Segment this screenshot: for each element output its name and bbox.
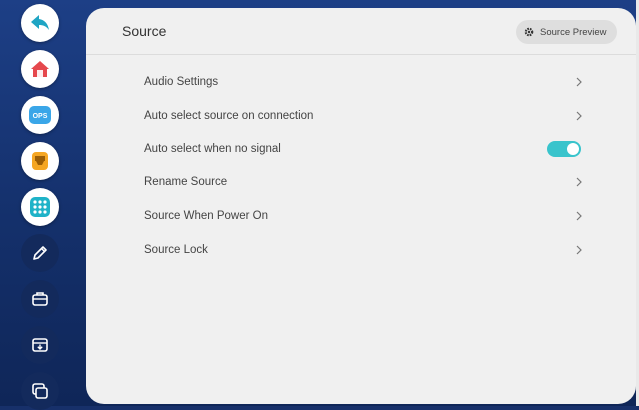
chevron-right-icon bbox=[574, 110, 584, 122]
pen-icon bbox=[33, 246, 47, 260]
menu-item-label: Auto select source on connection bbox=[144, 110, 314, 122]
ops-icon: OPS bbox=[29, 106, 51, 124]
panel-header: Source Source Preview bbox=[86, 8, 636, 55]
apps-grid-icon bbox=[30, 197, 50, 217]
menu-item-auto-select-on-connection[interactable]: Auto select source on connection bbox=[144, 104, 584, 128]
menu-item-source-lock[interactable]: Source Lock bbox=[144, 238, 584, 262]
source-settings-panel: Source Source Preview Audio Settings Aut… bbox=[86, 8, 636, 404]
source-preview-button[interactable]: Source Preview bbox=[516, 20, 617, 44]
pen-button[interactable] bbox=[21, 234, 59, 272]
menu-item-rename-source[interactable]: Rename Source bbox=[144, 170, 584, 194]
toggle-knob bbox=[567, 143, 579, 155]
apps-button[interactable] bbox=[21, 188, 59, 226]
hdmi-port-icon bbox=[32, 152, 48, 170]
menu-item-label: Rename Source bbox=[144, 176, 228, 188]
home-icon bbox=[31, 61, 49, 77]
menu-item-source-when-power-on[interactable]: Source When Power On bbox=[144, 204, 584, 228]
back-button[interactable] bbox=[21, 4, 59, 42]
auto-select-no-signal-toggle[interactable] bbox=[547, 141, 581, 157]
chevron-right-icon bbox=[574, 210, 584, 222]
multi-window-icon bbox=[32, 383, 48, 399]
menu-item-label: Audio Settings bbox=[144, 76, 219, 88]
hdmi-button[interactable] bbox=[21, 142, 59, 180]
ops-icon-label: OPS bbox=[33, 113, 48, 120]
gear-icon bbox=[524, 27, 534, 37]
ops-button[interactable]: OPS bbox=[21, 96, 59, 134]
source-preview-label: Source Preview bbox=[540, 26, 607, 38]
page-title: Source bbox=[122, 23, 167, 39]
screen-capture-button[interactable] bbox=[21, 326, 59, 364]
menu-item-audio-settings[interactable]: Audio Settings bbox=[144, 70, 584, 94]
multi-window-button[interactable] bbox=[21, 372, 59, 410]
toolbox-button[interactable] bbox=[21, 280, 59, 318]
chevron-right-icon bbox=[574, 176, 584, 188]
back-arrow-icon bbox=[31, 15, 49, 30]
chevron-right-icon bbox=[574, 244, 584, 256]
menu-item-auto-select-no-signal: Auto select when no signal bbox=[144, 137, 584, 161]
menu-item-label: Source Lock bbox=[144, 244, 208, 256]
menu-item-label: Auto select when no signal bbox=[144, 143, 281, 155]
home-button[interactable] bbox=[21, 50, 59, 88]
sidebar: OPS bbox=[0, 0, 84, 410]
toolbox-icon bbox=[32, 292, 48, 306]
chevron-right-icon bbox=[574, 76, 584, 88]
menu-item-label: Source When Power On bbox=[144, 210, 269, 222]
screen-capture-icon bbox=[32, 338, 48, 352]
